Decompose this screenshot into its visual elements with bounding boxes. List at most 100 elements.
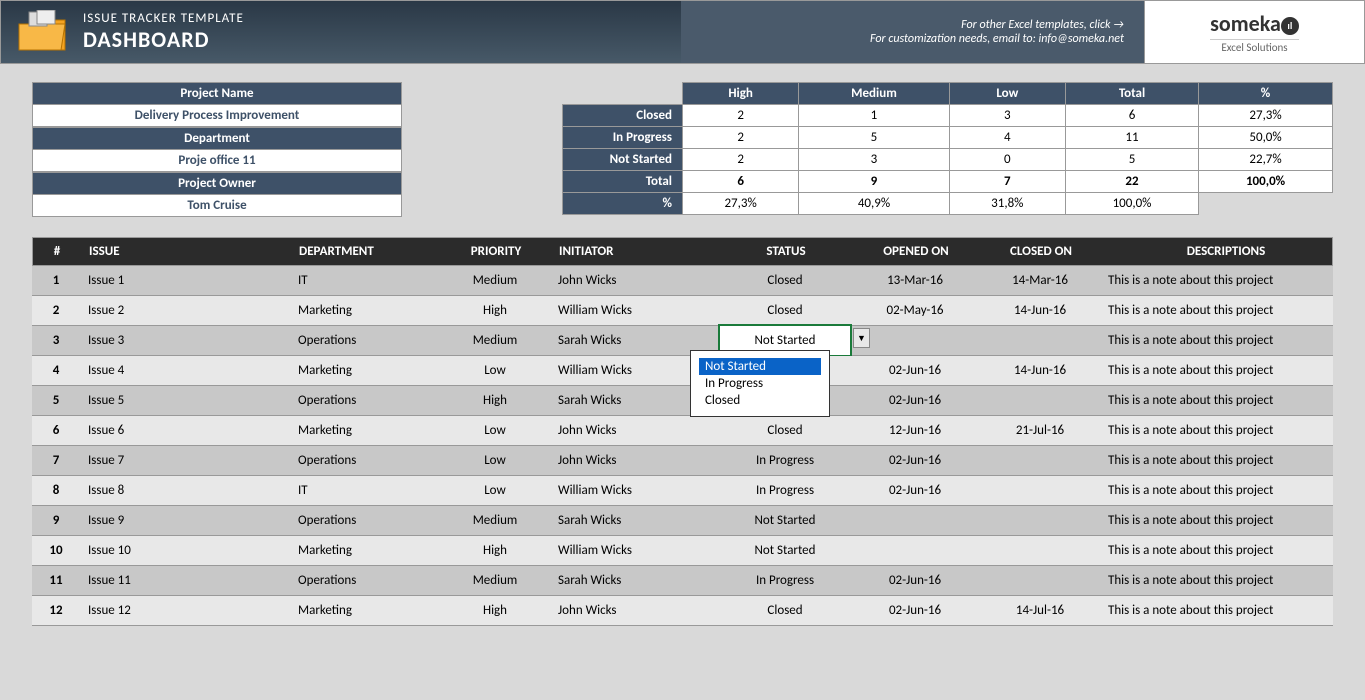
table-row[interactable]: 2Issue 2MarketingHighWilliam WicksClosed… bbox=[32, 296, 1333, 326]
row-priority[interactable]: Medium bbox=[440, 566, 550, 595]
row-priority[interactable]: High bbox=[440, 386, 550, 415]
row-priority[interactable]: Medium bbox=[440, 506, 550, 535]
row-opened[interactable]: 12-Jun-16 bbox=[850, 416, 980, 445]
row-opened[interactable] bbox=[850, 506, 980, 535]
logo-area[interactable]: somekaıl Excel Solutions bbox=[1144, 1, 1364, 63]
row-closed[interactable]: 14-Jun-16 bbox=[980, 296, 1100, 325]
table-row[interactable]: 8Issue 8ITLowWilliam WicksIn Progress02-… bbox=[32, 476, 1333, 506]
row-dept[interactable]: Marketing bbox=[290, 596, 440, 625]
row-num[interactable]: 1 bbox=[32, 266, 80, 295]
row-status[interactable]: Closed bbox=[720, 266, 850, 295]
row-priority[interactable]: High bbox=[440, 536, 550, 565]
row-initiator[interactable]: William Wicks bbox=[550, 476, 720, 505]
row-opened[interactable]: 02-Jun-16 bbox=[850, 356, 980, 385]
row-desc[interactable]: This is a note about this project bbox=[1100, 506, 1350, 535]
row-opened[interactable]: 02-Jun-16 bbox=[850, 566, 980, 595]
row-dept[interactable]: Operations bbox=[290, 386, 440, 415]
row-issue[interactable]: Issue 3 bbox=[80, 326, 290, 355]
table-row[interactable]: 1Issue 1ITMediumJohn WicksClosed13-Mar-1… bbox=[32, 266, 1333, 296]
table-row[interactable]: 7Issue 7OperationsLowJohn WicksIn Progre… bbox=[32, 446, 1333, 476]
row-dept[interactable]: Marketing bbox=[290, 536, 440, 565]
row-initiator[interactable]: William Wicks bbox=[550, 536, 720, 565]
row-initiator[interactable]: Sarah Wicks bbox=[550, 566, 720, 595]
row-desc[interactable]: This is a note about this project bbox=[1100, 296, 1350, 325]
row-priority[interactable]: Medium bbox=[440, 266, 550, 295]
row-closed[interactable] bbox=[980, 476, 1100, 505]
row-dept[interactable]: Operations bbox=[290, 506, 440, 535]
row-status[interactable]: Not Started bbox=[720, 506, 850, 535]
row-issue[interactable]: Issue 9 bbox=[80, 506, 290, 535]
row-closed[interactable]: 14-Jun-16 bbox=[980, 356, 1100, 385]
row-num[interactable]: 4 bbox=[32, 356, 80, 385]
row-desc[interactable]: This is a note about this project bbox=[1100, 386, 1350, 415]
row-issue[interactable]: Issue 12 bbox=[80, 596, 290, 625]
department-value[interactable]: Proje office 11 bbox=[32, 150, 402, 172]
row-opened[interactable]: 02-Jun-16 bbox=[850, 386, 980, 415]
row-desc[interactable]: This is a note about this project bbox=[1100, 326, 1350, 355]
row-status[interactable]: Not Started bbox=[720, 536, 850, 565]
row-num[interactable]: 6 bbox=[32, 416, 80, 445]
row-initiator[interactable]: John Wicks bbox=[550, 266, 720, 295]
row-initiator[interactable]: John Wicks bbox=[550, 416, 720, 445]
row-status[interactable]: In Progress bbox=[720, 446, 850, 475]
row-priority[interactable]: High bbox=[440, 296, 550, 325]
row-issue[interactable]: Issue 8 bbox=[80, 476, 290, 505]
status-dropdown[interactable]: Not StartedIn ProgressClosed bbox=[690, 350, 830, 417]
row-dept[interactable]: IT bbox=[290, 476, 440, 505]
row-priority[interactable]: Low bbox=[440, 416, 550, 445]
row-issue[interactable]: Issue 6 bbox=[80, 416, 290, 445]
row-num[interactable]: 12 bbox=[32, 596, 80, 625]
row-status[interactable]: Closed bbox=[720, 596, 850, 625]
row-num[interactable]: 11 bbox=[32, 566, 80, 595]
row-closed[interactable] bbox=[980, 326, 1100, 355]
project-owner-value[interactable]: Tom Cruise bbox=[32, 195, 402, 217]
row-initiator[interactable]: Sarah Wicks bbox=[550, 506, 720, 535]
dropdown-option[interactable]: In Progress bbox=[699, 375, 821, 392]
row-closed[interactable]: 14-Mar-16 bbox=[980, 266, 1100, 295]
table-row[interactable]: 4Issue 4MarketingLowWilliam Wicks02-Jun-… bbox=[32, 356, 1333, 386]
hint-line-1[interactable]: For other Excel templates, click → bbox=[961, 18, 1124, 32]
row-dept[interactable]: IT bbox=[290, 266, 440, 295]
table-row[interactable]: 6Issue 6MarketingLowJohn WicksClosed12-J… bbox=[32, 416, 1333, 446]
row-dept[interactable]: Marketing bbox=[290, 296, 440, 325]
row-dept[interactable]: Operations bbox=[290, 566, 440, 595]
row-opened[interactable]: 02-May-16 bbox=[850, 296, 980, 325]
table-row[interactable]: 12Issue 12MarketingHighJohn WicksClosed0… bbox=[32, 596, 1333, 626]
table-row[interactable]: 9Issue 9OperationsMediumSarah WicksNot S… bbox=[32, 506, 1333, 536]
dropdown-option[interactable]: Closed bbox=[699, 392, 821, 409]
table-row[interactable]: 3Issue 3OperationsMediumSarah WicksNot S… bbox=[32, 326, 1333, 356]
row-desc[interactable]: This is a note about this project bbox=[1100, 476, 1350, 505]
row-dept[interactable]: Operations bbox=[290, 446, 440, 475]
row-status[interactable]: In Progress bbox=[720, 476, 850, 505]
project-name-value[interactable]: Delivery Process Improvement bbox=[32, 105, 402, 127]
row-priority[interactable]: Low bbox=[440, 356, 550, 385]
table-row[interactable]: 5Issue 5OperationsHighSarah WicksIn Prog… bbox=[32, 386, 1333, 416]
row-closed[interactable] bbox=[980, 506, 1100, 535]
row-num[interactable]: 3 bbox=[32, 326, 80, 355]
row-num[interactable]: 9 bbox=[32, 506, 80, 535]
row-dept[interactable]: Marketing bbox=[290, 416, 440, 445]
row-priority[interactable]: Medium bbox=[440, 326, 550, 355]
row-status[interactable]: Closed bbox=[720, 416, 850, 445]
row-initiator[interactable]: John Wicks bbox=[550, 596, 720, 625]
row-priority[interactable]: High bbox=[440, 596, 550, 625]
dropdown-arrow-icon[interactable]: ▼ bbox=[853, 328, 870, 348]
row-dept[interactable]: Marketing bbox=[290, 356, 440, 385]
row-issue[interactable]: Issue 11 bbox=[80, 566, 290, 595]
row-issue[interactable]: Issue 5 bbox=[80, 386, 290, 415]
row-desc[interactable]: This is a note about this project bbox=[1100, 596, 1350, 625]
table-row[interactable]: 11Issue 11OperationsMediumSarah WicksIn … bbox=[32, 566, 1333, 596]
row-closed[interactable] bbox=[980, 536, 1100, 565]
row-closed[interactable] bbox=[980, 566, 1100, 595]
row-num[interactable]: 10 bbox=[32, 536, 80, 565]
row-desc[interactable]: This is a note about this project bbox=[1100, 446, 1350, 475]
row-desc[interactable]: This is a note about this project bbox=[1100, 566, 1350, 595]
row-num[interactable]: 8 bbox=[32, 476, 80, 505]
row-initiator[interactable]: William Wicks bbox=[550, 296, 720, 325]
row-desc[interactable]: This is a note about this project bbox=[1100, 536, 1350, 565]
row-num[interactable]: 5 bbox=[32, 386, 80, 415]
row-issue[interactable]: Issue 1 bbox=[80, 266, 290, 295]
row-opened[interactable]: 02-Jun-16 bbox=[850, 476, 980, 505]
row-issue[interactable]: Issue 2 bbox=[80, 296, 290, 325]
row-num[interactable]: 7 bbox=[32, 446, 80, 475]
